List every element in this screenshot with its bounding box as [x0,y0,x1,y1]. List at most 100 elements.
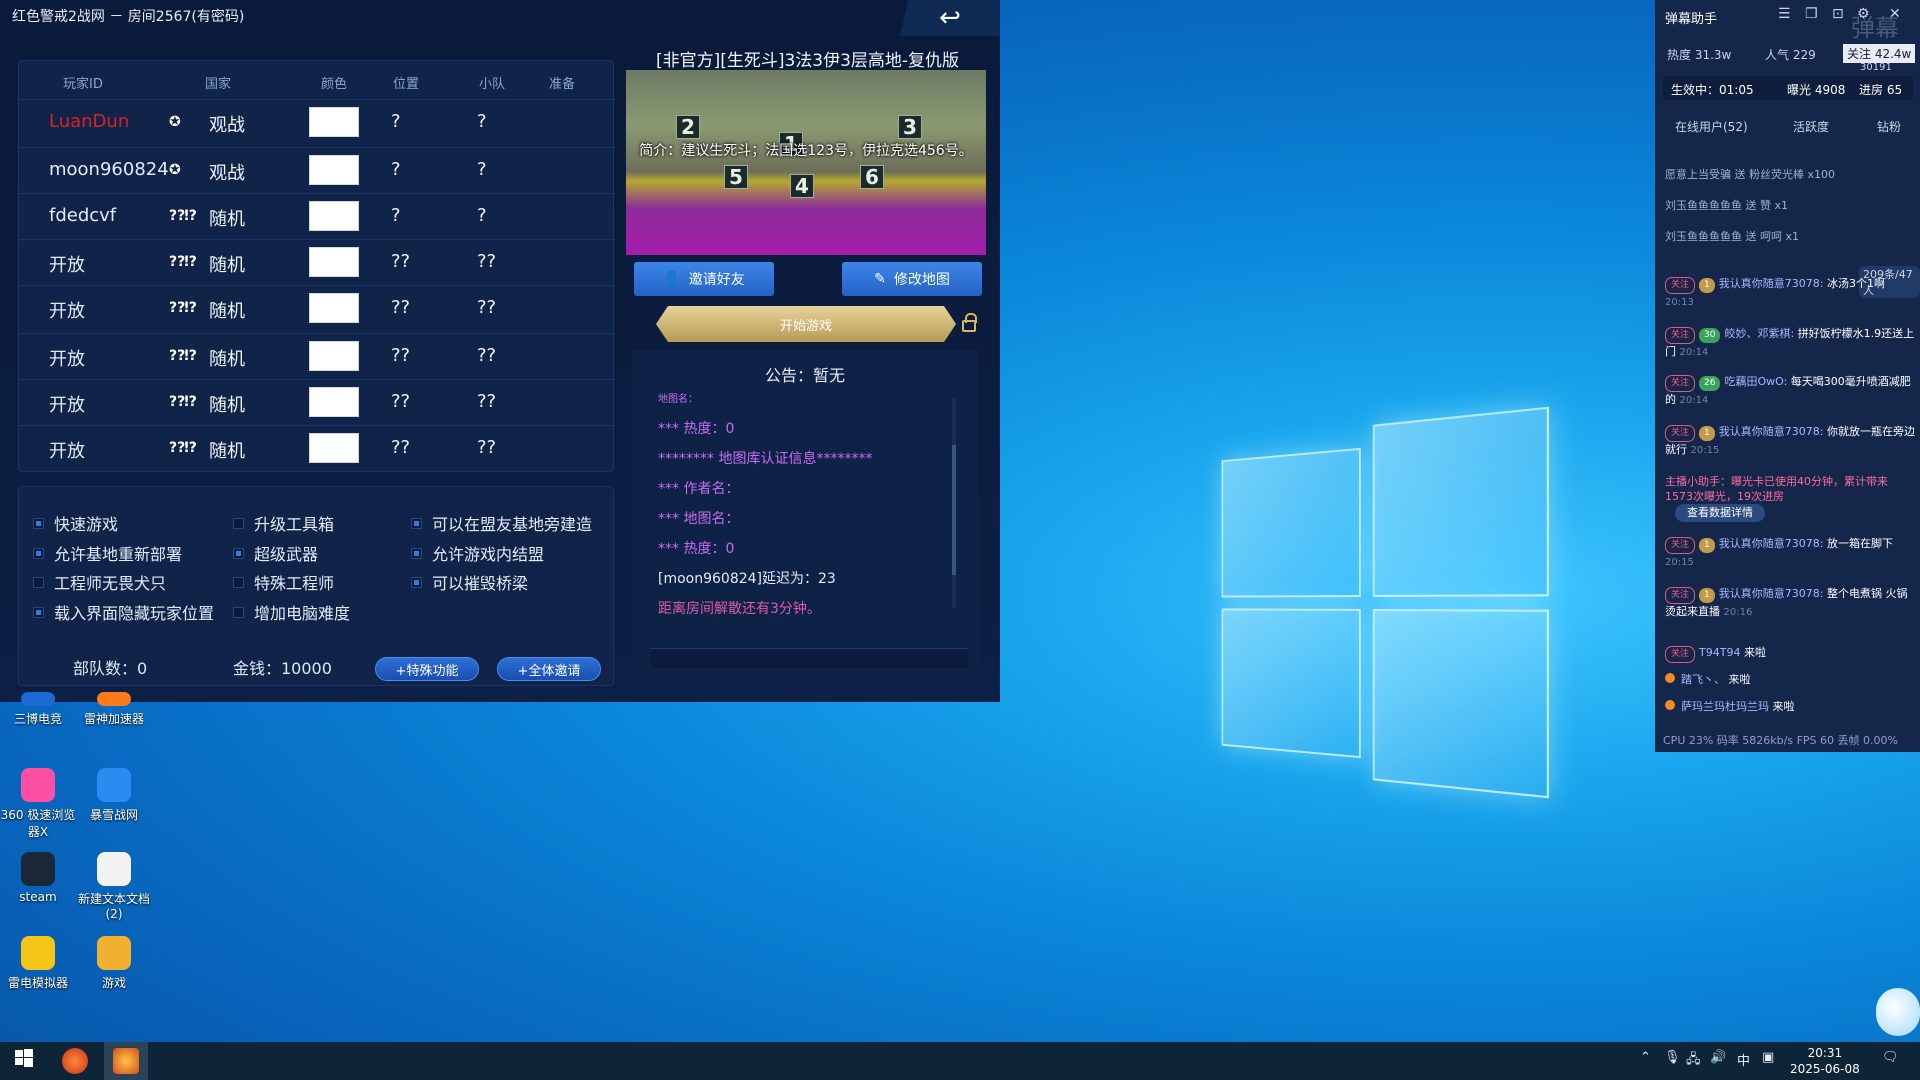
position-select[interactable]: ?? [391,251,410,272]
option-checkbox[interactable]: 工程师无畏犬只 [33,570,166,594]
option-checkbox[interactable]: 增加电脑难度 [233,600,350,624]
color-select[interactable] [309,387,359,417]
position-select[interactable]: ?? [391,437,410,458]
follow-tag[interactable]: 关注 [1665,425,1696,442]
chat-message[interactable]: 关注 1 我认真你随意73078: 放一箱在脚下 20:15 [1665,536,1915,570]
follow-tag[interactable]: 关注 [1665,587,1696,604]
back-button[interactable]: ↩ [900,0,1000,36]
position-select[interactable]: ?? [391,345,410,366]
option-checkbox[interactable]: 快速游戏 [33,511,118,535]
copy-icon[interactable]: ❐ [1805,6,1818,22]
color-select[interactable] [309,341,359,371]
player-row[interactable]: 开放 ?⁈? 随机???? [19,333,615,379]
option-checkbox[interactable]: 可以摧毁桥梁 [411,570,528,594]
player-row[interactable]: moon960824 ✪ 观战?? [19,147,615,193]
country-select[interactable]: 随机 [209,391,245,417]
lock-icon[interactable] [962,313,977,332]
position-select[interactable]: ? [391,205,401,226]
desktop-icon[interactable]: 游戏 [76,936,152,991]
ime-indicator[interactable]: 中 [1737,1050,1750,1069]
position-select[interactable]: ? [391,111,401,132]
desktop-icon[interactable]: 三博电竞 [0,692,76,727]
color-select[interactable] [309,433,359,463]
invite-friend-button[interactable]: 👤 邀请好友 [634,262,774,296]
option-checkbox[interactable]: 超级武器 [233,541,318,565]
follow-tag[interactable]: 关注 [1665,277,1696,294]
desktop-icon[interactable]: steam [0,852,76,904]
chat-message[interactable]: 关注 1 我认真你随意73078: 冰汤3个1啊 20:13 [1665,276,1915,310]
player-row[interactable]: 开放 ?⁈? 随机???? [19,285,615,331]
color-select[interactable] [309,293,359,323]
option-checkbox[interactable]: 升级工具箱 [233,511,334,535]
country-select[interactable]: 随机 [209,251,245,277]
country-select[interactable]: 随机 [209,205,245,231]
option-checkbox[interactable]: 特殊工程师 [233,570,334,594]
position-select[interactable]: ? [391,159,401,180]
windows-start-icon[interactable] [14,1048,40,1074]
chat-input[interactable] [650,648,968,668]
team-select[interactable]: ?? [477,297,496,318]
player-row[interactable]: 开放 ?⁈? 随机???? [19,239,615,285]
country-select[interactable]: 随机 [209,297,245,323]
chat-message[interactable]: 关注 26 吃藕田OwO: 每天喝300毫升喷酒减肥的 20:14 [1665,374,1915,408]
tab-diamond-fans[interactable]: 钻粉 [1877,118,1901,135]
filter-icon[interactable]: ☰ [1778,6,1791,22]
chat-message[interactable]: 关注 30 皎妙、邓紫棋: 拼好饭柠檬水1.9还送上门 20:14 [1665,326,1915,360]
app-tray-icon[interactable]: ▣ [1762,1050,1774,1065]
clock[interactable]: 20:31 2025-06-08 [1790,1045,1860,1077]
follow-tag[interactable]: 关注 [1665,646,1696,663]
avatar[interactable] [1876,988,1920,1036]
desktop-icon[interactable]: 雷电模拟器 [0,936,76,991]
desktop-icon[interactable]: 360 极速浏览器X [0,768,76,840]
color-select[interactable] [309,155,359,185]
desktop-icon[interactable]: 新建文本文档 (2) [76,852,152,921]
country-select[interactable]: 观战 [209,111,245,137]
option-checkbox[interactable]: 允许基地重新部署 [33,541,182,565]
desktop-icon[interactable]: 暴雪战网 [76,768,152,823]
country-select[interactable]: 随机 [209,437,245,463]
special-features-button[interactable]: +特殊功能 [375,657,479,681]
team-select[interactable]: ? [477,159,487,180]
follow-tag[interactable]: 关注 [1665,375,1696,392]
country-select[interactable]: 随机 [209,345,245,371]
player-row[interactable]: LuanDun ✪ 观战?? [19,99,615,145]
view-data-button[interactable]: 查看数据详情 [1675,504,1765,522]
follow-tag[interactable]: 关注 [1665,327,1696,344]
chat-message[interactable]: 关注 1 我认真你随意73078: 整个电煮锅 火锅烫起来直播 20:16 [1665,586,1915,620]
microphone-icon[interactable]: 🎙 [1664,1050,1681,1065]
option-checkbox[interactable]: 允许游戏内结盟 [411,541,544,565]
team-select[interactable]: ?? [477,345,496,366]
edit-map-button[interactable]: ✎ 修改地图 [842,262,982,296]
team-select[interactable]: ?? [477,391,496,412]
unlock-icon[interactable]: ⊡ [1832,6,1844,22]
player-row[interactable]: 开放 ?⁈? 随机???? [19,425,615,471]
team-select[interactable]: ?? [477,251,496,272]
color-select[interactable] [309,247,359,277]
active-app-highlight[interactable] [104,1042,148,1080]
start-game-button[interactable]: 开始游戏 [656,306,956,342]
option-checkbox[interactable]: 可以在盟友基地旁建造 [411,511,592,535]
position-select[interactable]: ?? [391,391,410,412]
tab-activity[interactable]: 活跃度 [1793,118,1829,135]
team-select[interactable]: ? [477,111,487,132]
desktop-icon[interactable]: 雷神加速器 [76,692,152,727]
player-row[interactable]: fdedcvf ?⁈? 随机?? [19,193,615,239]
follow-tag[interactable]: 关注 [1665,537,1696,554]
notification-icon[interactable]: 🗨 [1882,1050,1899,1065]
country-select[interactable]: 观战 [209,159,245,185]
position-select[interactable]: ?? [391,297,410,318]
team-select[interactable]: ? [477,205,487,226]
game-app-icon[interactable] [62,1048,88,1074]
chat-message[interactable]: 关注 1 我认真你随意73078: 你就放一瓶在旁边就行 20:15 [1665,424,1915,458]
notice-scrollbar-thumb[interactable] [952,445,956,575]
network-icon[interactable]: 🖧 [1686,1050,1701,1072]
option-checkbox[interactable]: 载入界面隐藏玩家位置 [33,600,214,624]
team-select[interactable]: ?? [477,437,496,458]
color-select[interactable] [309,201,359,231]
volume-icon[interactable]: 🔊 [1710,1050,1726,1065]
tab-online-users[interactable]: 在线用户(52) [1675,118,1748,135]
player-row[interactable]: 开放 ?⁈? 随机???? [19,379,615,425]
color-select[interactable] [309,107,359,137]
invite-all-button[interactable]: +全体邀请 [497,657,601,681]
chevron-up-icon[interactable]: ⌃ [1640,1050,1651,1065]
